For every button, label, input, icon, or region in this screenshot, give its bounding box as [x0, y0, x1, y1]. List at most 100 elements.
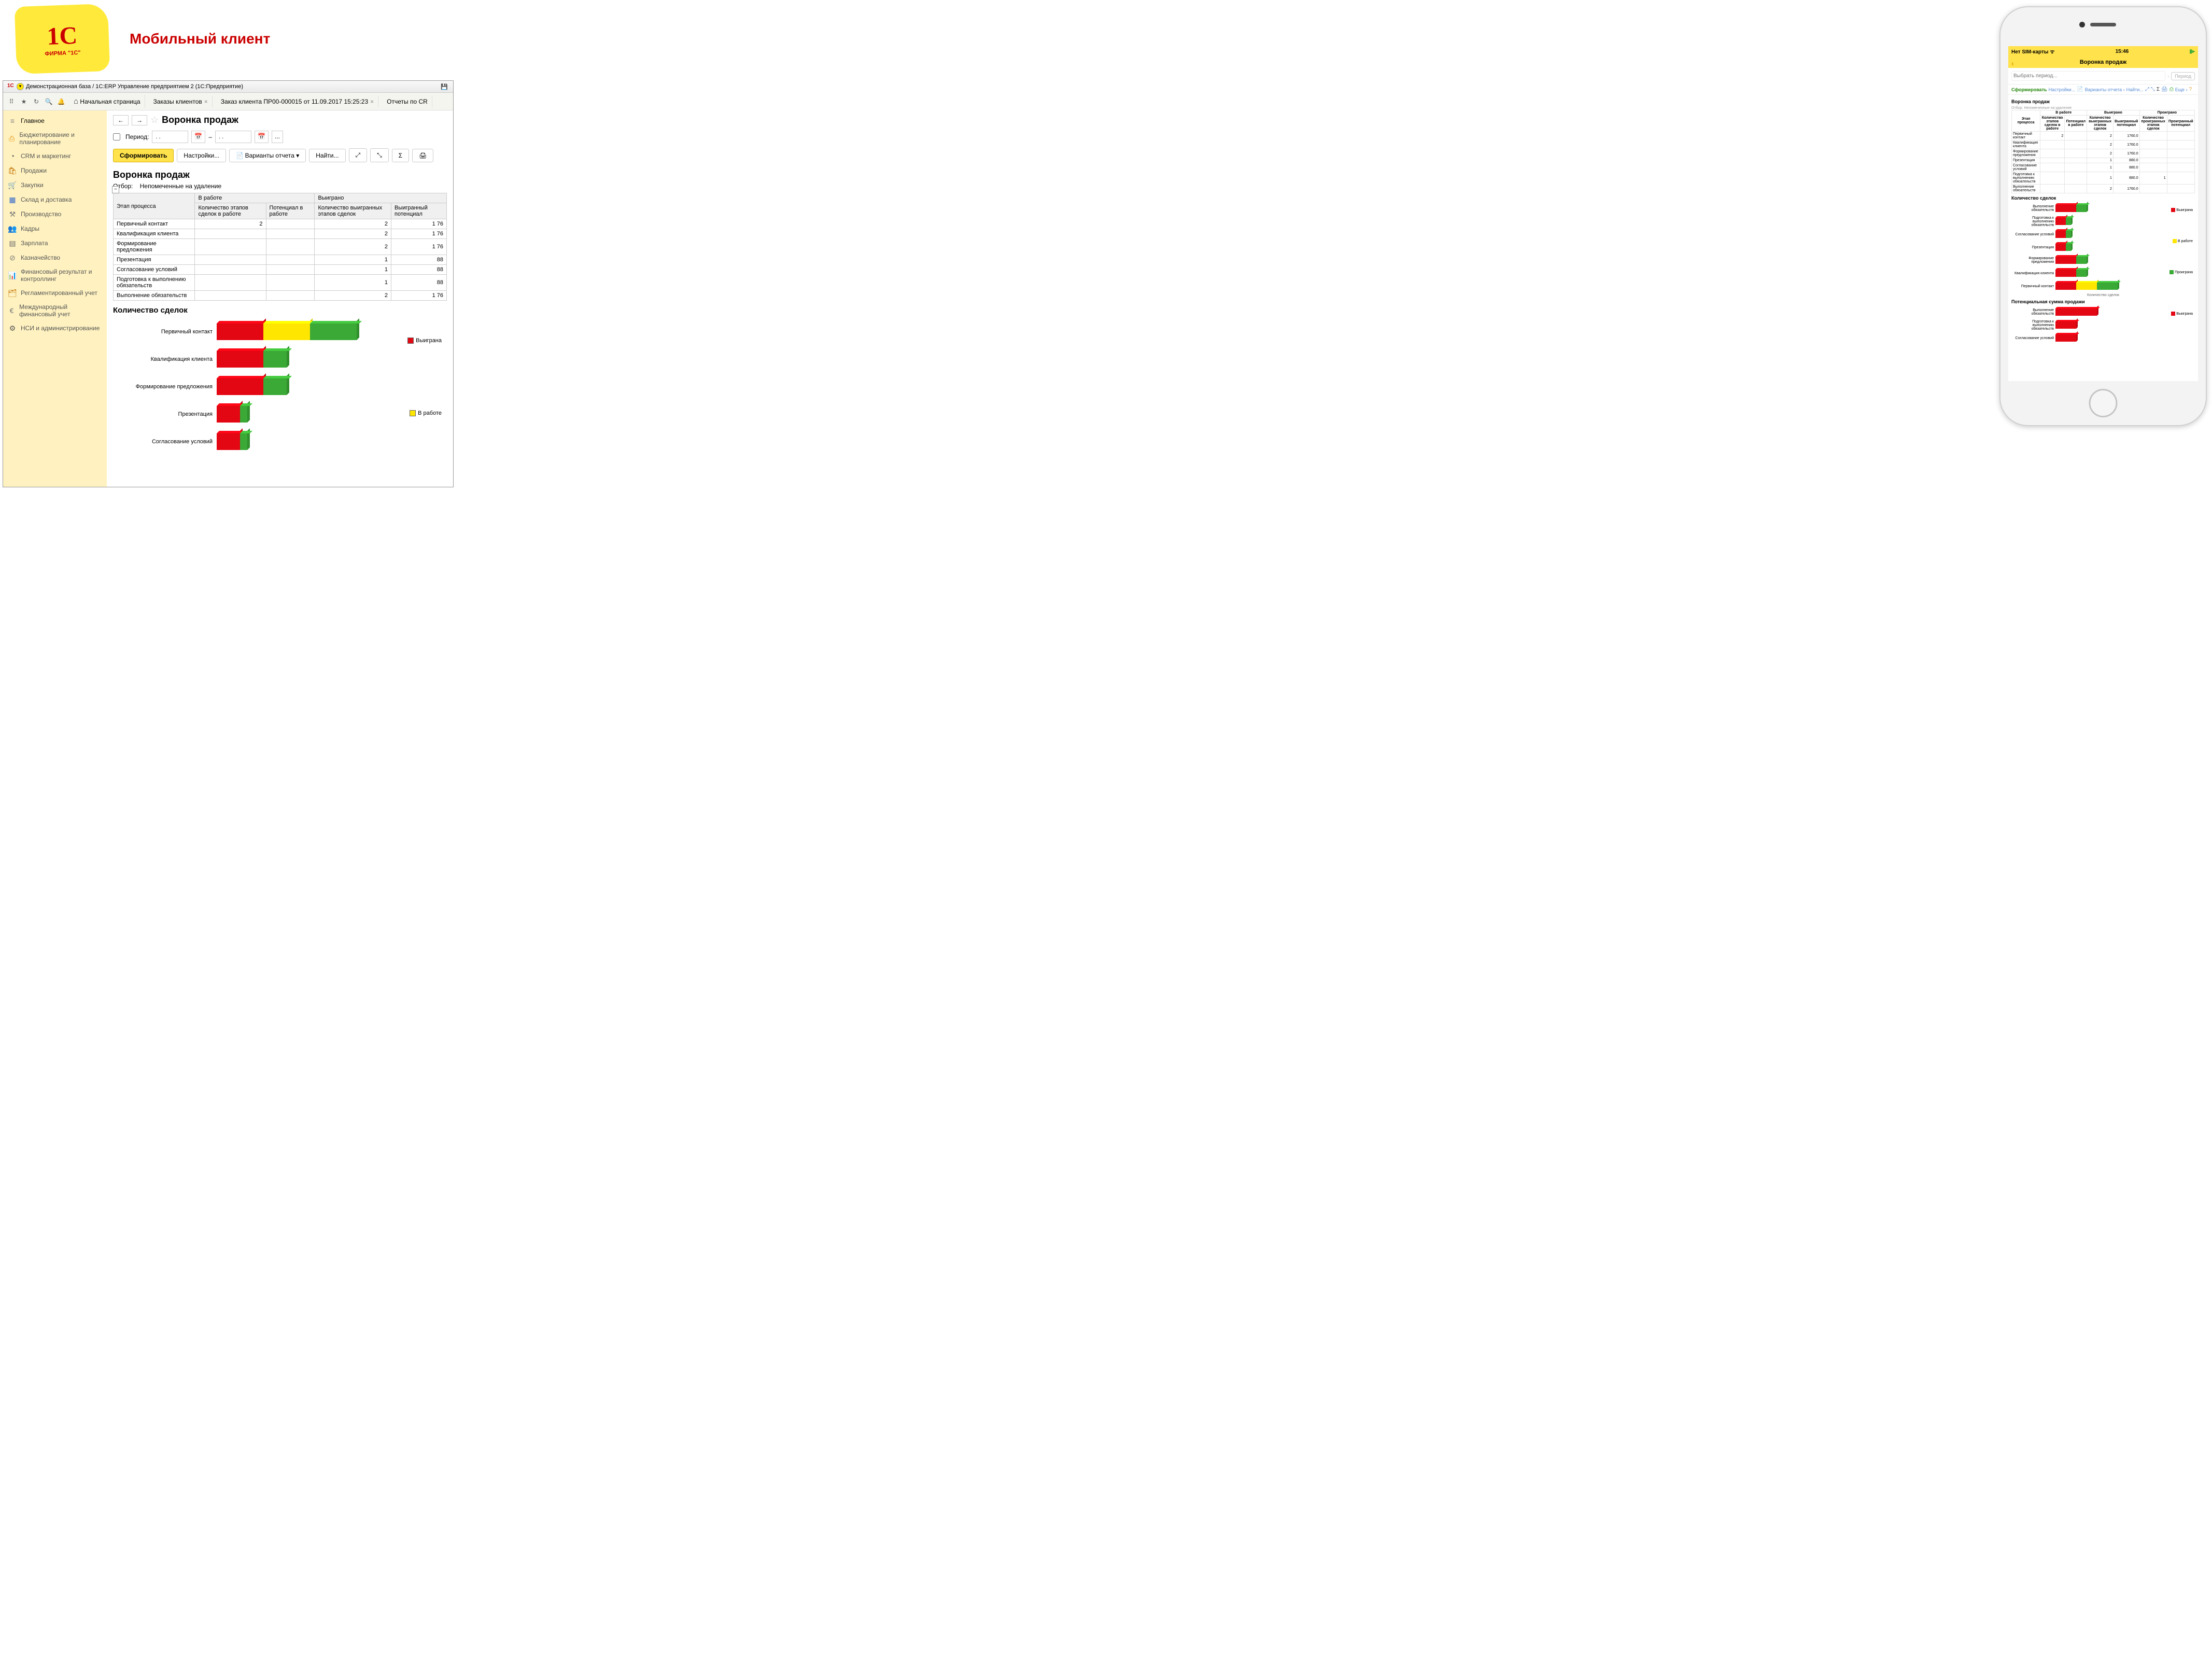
dropdown-icon[interactable]: ▾ [17, 83, 24, 90]
collapse-button[interactable]: ⤡ [370, 148, 389, 162]
table-row[interactable]: Презентация188 [114, 255, 447, 265]
bar-segment [263, 324, 310, 340]
chart-bar-row: Согласование условий [217, 430, 447, 453]
sidebar-item-intl[interactable]: €Международный финансовый учет [3, 300, 107, 321]
history-icon[interactable]: ↻ [32, 97, 40, 106]
col-won-pot: Выигранный потенциал [391, 203, 447, 219]
tab-order-detail[interactable]: Заказ клиента ПР00-000015 от 11.09.2017 … [217, 96, 378, 107]
expand-button[interactable]: ⤢ [349, 148, 368, 162]
save-icon[interactable]: ⎙ [2169, 87, 2174, 92]
help-icon[interactable]: ? [2189, 87, 2192, 92]
sum-icon[interactable]: Σ [2157, 87, 2160, 92]
col-inwork: В работе [195, 193, 315, 203]
tab-reports[interactable]: Отчеты по CR [383, 96, 432, 107]
phone-form-button[interactable]: Сформировать [2011, 87, 2047, 92]
sidebar-item-hr[interactable]: 👥Кадры [3, 221, 107, 236]
sidebar: ≡Главное ⎙Бюджетирование и планирование … [3, 110, 107, 487]
table-row[interactable]: Выполнение обязательств21 76 [114, 291, 447, 301]
expand-icon[interactable]: ⤢ [2145, 87, 2149, 92]
phone-period-input[interactable] [2011, 71, 2165, 81]
sidebar-item-budget[interactable]: ⎙Бюджетирование и планирование [3, 128, 107, 149]
find-button[interactable]: Найти... [309, 149, 345, 162]
sum-button[interactable]: Σ [392, 149, 409, 162]
tree-toggle-icon[interactable]: − [112, 186, 119, 193]
close-icon[interactable]: × [204, 98, 208, 105]
table-row[interactable]: Согласование условий188 [114, 265, 447, 275]
collapse-icon[interactable]: ⤡ [2151, 87, 2155, 92]
bag-icon: 🛍 [8, 166, 17, 175]
table-row[interactable]: Формирование предложения21 76 [114, 239, 447, 255]
sidebar-item-crm[interactable]: ◔CRM и маркетинг [3, 149, 107, 163]
sidebar-item-accounting[interactable]: 🗂Регламентированный учет [3, 286, 107, 300]
phone-more-link[interactable]: Еще › [2175, 87, 2188, 92]
phone-settings-link[interactable]: Настройки... [2049, 87, 2076, 92]
separator: – [208, 133, 212, 140]
bar-label: Формирование предложения [2011, 257, 2055, 264]
back-icon[interactable]: ‹ [2011, 59, 2014, 67]
form-button[interactable]: Сформировать [113, 149, 174, 162]
variants-button[interactable]: 📄 Варианты отчета ▾ [229, 149, 306, 162]
tab-orders[interactable]: Заказы клиентов× [149, 96, 213, 107]
chart-bar-row: Подготовка к выполнению обязательств [2011, 319, 2195, 331]
bell-icon[interactable]: 🔔 [57, 97, 65, 106]
sidebar-item-treasury[interactable]: ⊘Казначейство [3, 250, 107, 265]
chart-bar-row: Первичный контакт [2011, 280, 2195, 292]
bar-segment [2097, 283, 2118, 290]
chevron-right-icon[interactable]: › [2167, 74, 2169, 79]
table-row: Выполнение обязательств21760.0 [2012, 185, 2195, 193]
page-header: ← → ☆ Воронка продаж [113, 115, 447, 125]
search-icon[interactable]: 🔍 [45, 97, 53, 106]
phone-device: Нет SIM-карты ᯤ 15:46 ▮▸ ‹ Воронка прода… [1999, 6, 2207, 426]
bar-segment [2055, 205, 2076, 212]
chevron-down-icon: ▾ [296, 152, 299, 159]
phone-variants-link[interactable]: Варианты отчета › [2085, 87, 2125, 92]
print-icon[interactable]: 🖨 [2161, 87, 2168, 92]
sidebar-item-main[interactable]: ≡Главное [3, 114, 107, 128]
phone-period-button[interactable]: Период [2171, 72, 2195, 80]
doc-icon: 📄 [2077, 87, 2083, 92]
bar-label: Согласование условий [113, 439, 217, 445]
table-row[interactable]: Квалификация клиента21 76 [114, 229, 447, 239]
period-from-input[interactable] [152, 131, 188, 143]
settings-button[interactable]: Настройки... [177, 149, 226, 162]
sidebar-item-admin[interactable]: ⚙НСИ и администрирование [3, 321, 107, 335]
phone-content: Воронка продаж Отбор: Непомеченные на уд… [2008, 95, 2198, 375]
favorite-star-icon[interactable]: ☆ [150, 115, 159, 125]
sidebar-item-sales[interactable]: 🛍Продажи [3, 163, 107, 178]
period-to-input[interactable] [215, 131, 251, 143]
close-icon[interactable]: × [370, 98, 374, 105]
forward-button[interactable]: → [132, 115, 147, 125]
table-row: Формирование предложения21760.0 [2012, 149, 2195, 158]
phone-home-button[interactable] [2089, 389, 2118, 417]
phone-find-link[interactable]: Найти... [2126, 87, 2144, 92]
apps-icon[interactable]: ⠿ [7, 97, 16, 106]
print-button[interactable]: 🖨 [412, 149, 433, 162]
filter-line: Отбор: Непомеченные на удаление [113, 182, 447, 190]
sidebar-item-purchase[interactable]: 🛒Закупки [3, 178, 107, 192]
back-button[interactable]: ← [113, 115, 129, 125]
table-row[interactable]: Подготовка к выполнению обязательств188 [114, 275, 447, 291]
bar-label: Выполнение обязательств [2011, 308, 2055, 316]
table-row: Первичный контакт221760.0 [2012, 132, 2195, 140]
phone-status-bar: Нет SIM-карты ᯤ 15:46 ▮▸ [2008, 46, 2198, 57]
period-more-button[interactable]: ... [272, 131, 283, 143]
bar-label: Выполнение обязательств [2011, 205, 2055, 212]
star-icon[interactable]: ★ [20, 97, 28, 106]
period-checkbox[interactable] [113, 133, 120, 140]
save-icon[interactable]: 💾 [441, 84, 448, 90]
calendar-to-icon[interactable]: 📅 [255, 131, 269, 143]
table-row[interactable]: Первичный контакт221 76 [114, 219, 447, 229]
bar-segment [2055, 244, 2066, 251]
bar-segment [2055, 321, 2076, 329]
page-title: Воронка продаж [162, 115, 238, 125]
sidebar-item-finance[interactable]: 📊Финансовый результат и контроллинг [3, 265, 107, 286]
action-buttons-row: Сформировать Настройки... 📄 Варианты отч… [113, 148, 447, 162]
window-sys-icons: 💾 [440, 83, 449, 90]
tab-home[interactable]: Начальная страница [69, 95, 145, 108]
sidebar-item-production[interactable]: ⚒Производство [3, 207, 107, 221]
sidebar-item-warehouse[interactable]: ▦Склад и доставка [3, 192, 107, 207]
col-inwork-pot: Потенциал в работе [266, 203, 315, 219]
sidebar-item-salary[interactable]: ▤Зарплата [3, 236, 107, 250]
coin-icon: ⊘ [8, 254, 17, 262]
calendar-from-icon[interactable]: 📅 [191, 131, 205, 143]
